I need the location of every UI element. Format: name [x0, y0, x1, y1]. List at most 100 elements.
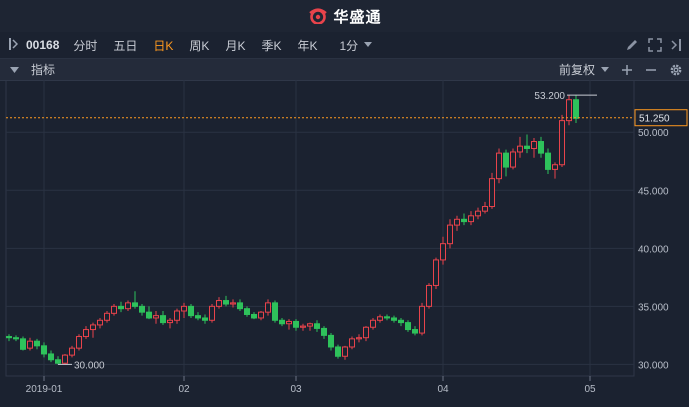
- candle-body: [132, 302, 138, 307]
- title-bar: 华盛通: [0, 0, 689, 33]
- current-price-label: 51.250: [639, 114, 670, 125]
- candle-body: [251, 313, 257, 319]
- period-tab-quarterly[interactable]: 季K: [261, 37, 281, 54]
- period-tab-weekly[interactable]: 周K: [189, 37, 209, 54]
- candle-body: [20, 338, 26, 350]
- candle-body: [342, 346, 348, 357]
- expand-icon[interactable]: [648, 38, 662, 52]
- candle-body: [111, 305, 117, 314]
- caret-down-icon[interactable]: [10, 66, 19, 73]
- candle-body: [167, 319, 173, 324]
- candle-body: [265, 302, 271, 313]
- candle-body: [300, 325, 306, 328]
- candle-body: [510, 151, 516, 168]
- indicator-bar: 指标 前复权: [0, 59, 689, 81]
- x-tick-label: 03: [290, 384, 302, 395]
- interval-dropdown[interactable]: 1分: [339, 37, 373, 54]
- candle-body: [244, 308, 250, 315]
- candle-body: [321, 327, 327, 336]
- candle-body: [146, 311, 152, 319]
- x-tick-label: 05: [584, 384, 596, 395]
- period-tab-monthly[interactable]: 月K: [225, 37, 245, 54]
- candle-body: [503, 152, 509, 168]
- candle-body: [433, 259, 439, 286]
- x-tick-label: 04: [437, 384, 449, 395]
- logo-mark-icon: [309, 8, 328, 24]
- chart-toolbar: 00168 分时 五日 日K 周K 月K 季K 年K 1分: [0, 32, 689, 59]
- candle-body: [314, 323, 320, 329]
- candle-body: [202, 317, 208, 321]
- candle-body: [405, 322, 411, 331]
- candle-body: [27, 340, 33, 349]
- candle-body: [181, 305, 187, 312]
- x-tick-label: 02: [178, 384, 190, 395]
- period-tab-5day[interactable]: 五日: [113, 37, 137, 54]
- candle-body: [104, 312, 110, 321]
- plot-frame: [5, 80, 635, 377]
- pencil-icon[interactable]: [625, 38, 639, 52]
- y-tick-label: 40.000: [638, 244, 669, 255]
- candle-body: [531, 141, 537, 149]
- candle-body: [174, 310, 180, 321]
- candle-body: [216, 300, 222, 307]
- candle-body: [552, 164, 558, 170]
- gear-icon[interactable]: [669, 63, 683, 77]
- high-annotation-label: 53.200: [534, 91, 565, 102]
- candle-body: [335, 346, 341, 357]
- candle-body: [279, 319, 285, 325]
- candle-body: [356, 337, 362, 340]
- candle-body: [545, 152, 551, 170]
- stock-code[interactable]: 00168: [26, 38, 59, 52]
- chevron-down-icon: [601, 66, 609, 72]
- candle-body: [524, 145, 530, 149]
- candle-body: [573, 99, 579, 119]
- adjust-mode-dropdown[interactable]: 前复权: [559, 61, 609, 78]
- brand-logo: 华盛通: [307, 6, 381, 27]
- adjust-mode-value: 前复权: [558, 63, 595, 77]
- candle-body: [412, 329, 418, 334]
- collapse-panel-icon[interactable]: [671, 38, 683, 52]
- candle-body: [377, 316, 383, 321]
- candle-body: [97, 319, 103, 326]
- period-tab-intraday[interactable]: 分时: [73, 37, 97, 54]
- candle-body: [517, 145, 523, 153]
- candle-body: [76, 336, 82, 349]
- candle-body: [440, 243, 446, 261]
- candle-body: [426, 284, 432, 307]
- candle-body: [475, 210, 481, 217]
- candle-body: [125, 302, 131, 310]
- candle-body: [419, 305, 425, 334]
- candle-body: [482, 206, 488, 212]
- brand-name: 华盛通: [333, 8, 382, 26]
- panel-handle-icon[interactable]: [8, 37, 20, 54]
- y-tick-label: 45.000: [638, 186, 669, 197]
- candle-body: [363, 326, 369, 339]
- candle-body: [538, 141, 544, 154]
- minus-icon[interactable]: [645, 64, 657, 76]
- indicator-label[interactable]: 指标: [31, 61, 55, 78]
- period-tab-daily[interactable]: 日K: [153, 37, 173, 54]
- candle-body: [90, 324, 96, 331]
- candle-body: [293, 320, 299, 328]
- y-tick-label: 30.000: [638, 360, 669, 371]
- candle-body: [454, 218, 460, 226]
- period-tab-yearly[interactable]: 年K: [297, 37, 317, 54]
- candlestick-chart[interactable]: 30.000 35.000 40.000 45.000 50.000 2019-01 02 0…: [0, 80, 689, 407]
- x-tick-label: 2019-01: [26, 384, 63, 395]
- candle-body: [237, 302, 243, 310]
- low-annotation-label: 30.000: [74, 360, 105, 371]
- interval-value: 1分: [339, 38, 359, 53]
- candle-body: [69, 347, 75, 356]
- candle-body: [118, 305, 124, 310]
- candle-body: [307, 323, 313, 327]
- candle-body: [188, 305, 194, 317]
- candle-body: [223, 300, 229, 305]
- candle-body: [34, 340, 40, 347]
- candle-body: [349, 338, 355, 348]
- candle-body: [370, 319, 376, 328]
- candle-body: [468, 215, 474, 223]
- plus-icon[interactable]: [621, 64, 633, 76]
- candle-body: [398, 319, 404, 324]
- candle-body: [258, 311, 264, 319]
- candle-body: [55, 359, 61, 364]
